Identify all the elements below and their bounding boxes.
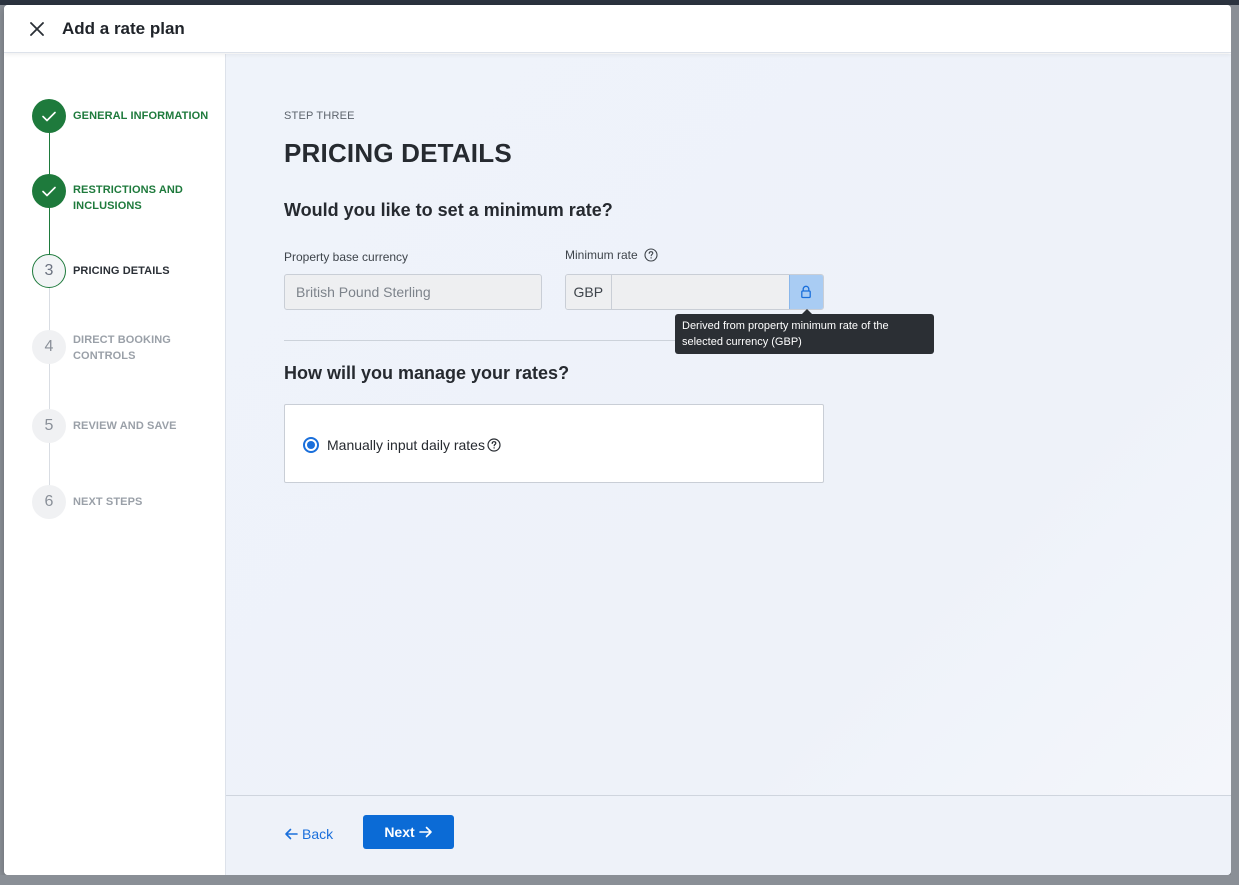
add-rate-plan-modal: Add a rate plan GENERAL INFORMATION REST… [4,5,1231,875]
modal-footer: Back Next [226,795,1231,875]
stepper-sidebar: GENERAL INFORMATION RESTRICTIONS AND INC… [4,54,226,875]
step-label: GENERAL INFORMATION [73,110,209,122]
backdrop-edge [1231,5,1239,885]
step-direct-booking-controls[interactable]: 4 DIRECT BOOKING CONTROLS [32,330,183,364]
backdrop-edge [0,875,1239,885]
close-icon [30,21,44,36]
close-button[interactable] [26,18,48,40]
page-title: PRICING DETAILS [284,138,512,168]
step-number-badge: 4 [32,330,66,364]
next-button-label: Next [384,824,415,840]
arrow-right-icon [418,826,432,838]
radio-selected-dot [307,441,315,449]
currency-prefix: GBP [566,275,612,309]
step-number-badge: 5 [32,409,66,443]
lock-icon [801,285,812,299]
step-complete-badge [32,174,66,208]
base-currency-label: Property base currency [284,250,408,264]
help-icon[interactable] [644,248,658,262]
base-currency-value: British Pound Sterling [296,284,431,300]
step-review-and-save[interactable]: 5 REVIEW AND SAVE [32,409,209,443]
min-rate-label: Minimum rate [565,248,658,262]
step-pricing-details[interactable]: 3 PRICING DETAILS [32,254,209,288]
arrow-left-icon [285,828,298,840]
main-content: STEP THREE PRICING DETAILS Would you lik… [226,54,1231,797]
min-rate-question: Would you like to set a minimum rate? [284,200,613,220]
step-eyebrow: STEP THREE [284,110,355,122]
base-currency-field: British Pound Sterling [284,274,542,310]
modal-header: Add a rate plan [4,5,1231,53]
next-button[interactable]: Next [363,815,454,849]
step-number-badge: 6 [32,485,66,519]
checkmark-icon [42,111,56,121]
question-circle-icon [487,438,501,452]
step-label: RESTRICTIONS AND INCLUSIONS [73,184,183,212]
step-next-steps[interactable]: 6 NEXT STEPS [32,485,209,519]
checkmark-icon [42,186,56,196]
step-label: REVIEW AND SAVE [73,420,177,432]
step-number-badge: 3 [32,254,66,288]
manage-rates-question: How will you manage your rates? [284,363,570,383]
step-restrictions-and-inclusions[interactable]: RESTRICTIONS AND INCLUSIONS [32,174,193,214]
step-label: DIRECT BOOKING CONTROLS [73,334,171,362]
step-general-information[interactable]: GENERAL INFORMATION [32,99,209,133]
base-currency-label-text: Property base currency [284,250,409,264]
min-rate-tooltip: Derived from property minimum rate of th… [675,314,934,354]
min-rate-input[interactable] [611,275,789,309]
step-label: NEXT STEPS [73,496,143,508]
question-circle-icon [644,248,658,262]
back-button-label: Back [302,826,334,842]
help-icon[interactable] [487,438,501,452]
modal-title: Add a rate plan [62,18,185,38]
back-button[interactable]: Back [284,822,333,846]
manual-rates-option[interactable]: Manually input daily rates [303,437,501,453]
lock-button[interactable] [788,275,823,309]
min-rate-label-text: Minimum rate [565,248,638,262]
stepper-line-pending [49,286,50,504]
manual-rates-label: Manually input daily rates [327,437,485,453]
manual-rates-radio[interactable] [303,437,319,453]
rate-management-options: Manually input daily rates [284,404,824,483]
min-rate-field-group: GBP [565,274,824,310]
step-label: PRICING DETAILS [73,265,170,277]
step-complete-badge [32,99,66,133]
